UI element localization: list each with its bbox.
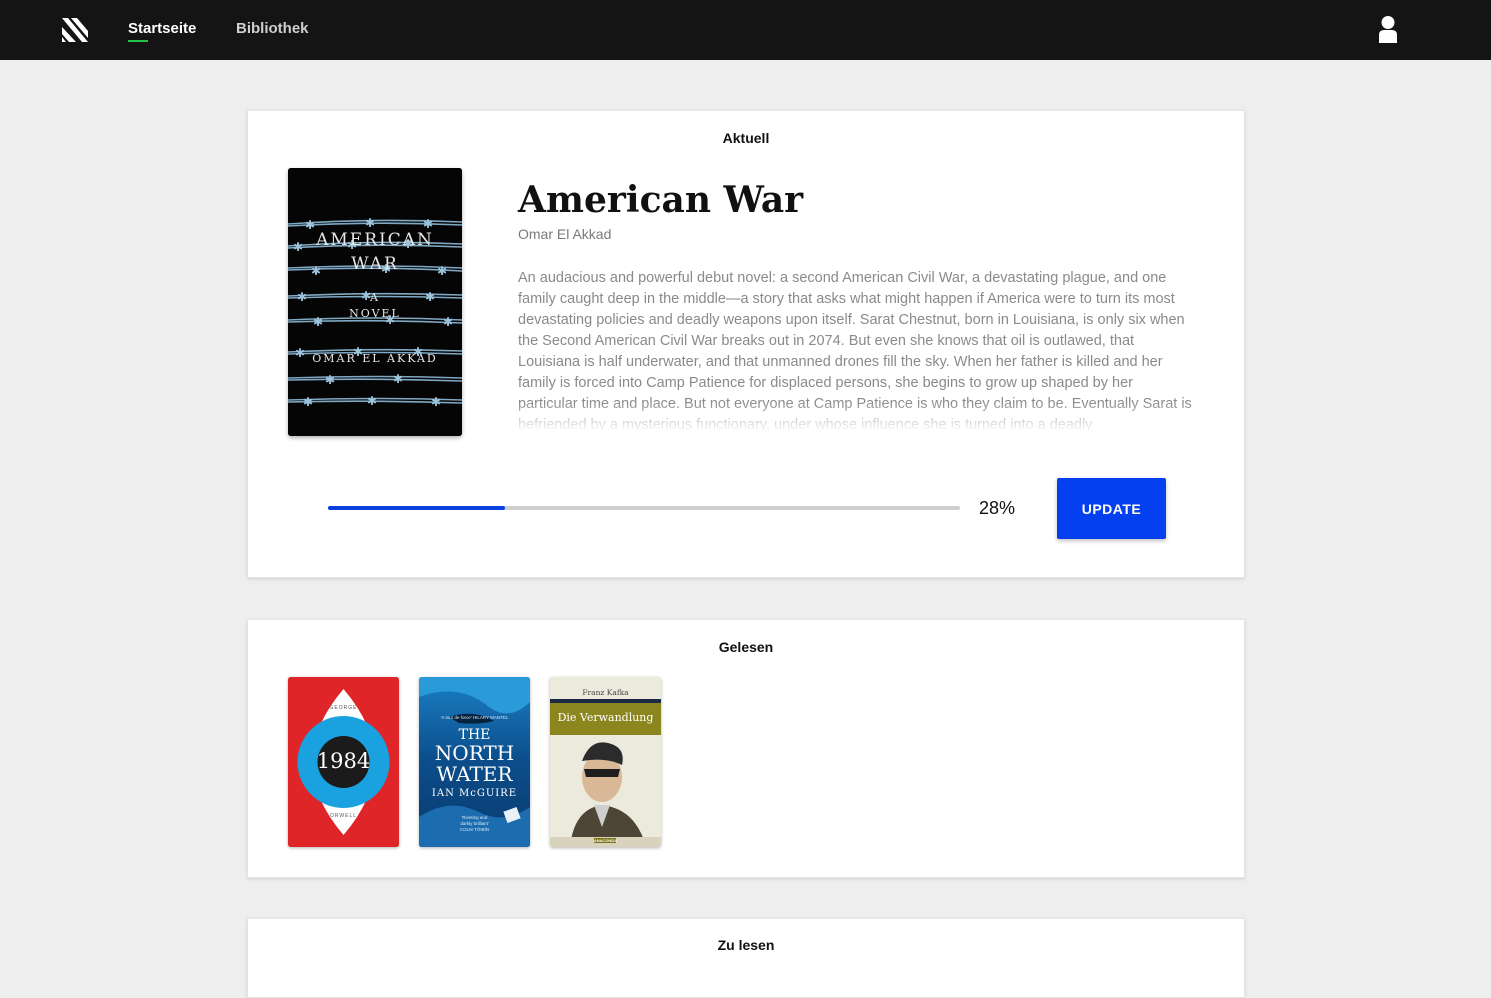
beetle-man-cover-art	[550, 677, 661, 847]
current-book-author: Omar El Akkad	[518, 226, 612, 242]
to-read-card: Zu lesen	[247, 918, 1245, 998]
cover-title-text: AMERICAN WAR	[288, 228, 462, 276]
cover-kafka-title: Die Verwandlung	[557, 711, 654, 724]
read-books-card: Gelesen GEORGE 1984 ORWELL 'A tour de fo…	[247, 619, 1245, 878]
top-navigation-bar: Startseite Bibliothek	[0, 0, 1491, 60]
section-title-read: Gelesen	[718, 639, 774, 655]
cover-nw-title-3: WATER	[436, 762, 513, 786]
description-fade-overlay	[518, 402, 1193, 432]
cover-1984-top: GEORGE	[329, 705, 358, 711]
cover-kafka-publisher: ANACONDA	[593, 838, 618, 843]
cover-nw-blurb: 'Riveting and darkly brilliant' COLM TÓI…	[419, 815, 530, 833]
cover-nw-title: THE NORTH WATER	[419, 727, 530, 785]
nav-startseite-label: Startseite	[128, 20, 197, 37]
cover-1984-title: 1984	[316, 749, 371, 773]
nav-bibliothek-label: Bibliothek	[236, 20, 309, 37]
cover-1984-bottom: ORWELL	[329, 813, 358, 819]
nav-bibliothek[interactable]: Bibliothek	[236, 20, 309, 37]
read-book-cover-verwandlung[interactable]: Franz Kafka Die Verwandlung ANACONDA	[550, 677, 661, 847]
cover-line-4: NOVEL	[349, 307, 401, 320]
current-book-description-box: An audacious and powerful debut novel: a…	[518, 268, 1193, 432]
user-profile-icon[interactable]	[1378, 16, 1398, 43]
cover-nw-quote: 'A tour de force' HILARY MANTEL	[440, 715, 509, 720]
reading-progress-percent: 28%	[979, 498, 1016, 518]
svg-text:✱: ✱	[325, 373, 335, 387]
active-nav-indicator	[128, 40, 148, 42]
cover-nw-title-2: NORTH	[434, 741, 515, 765]
reading-progress-bar[interactable]	[328, 506, 960, 510]
cover-line-1: AMERICAN	[316, 230, 434, 250]
cover-line-2: WAR	[351, 254, 399, 274]
svg-text:✱: ✱	[303, 395, 313, 409]
cover-author-text: OMAR EL AKKAD	[312, 352, 438, 365]
cover-nw-author: IAN McGUIRE	[431, 788, 518, 799]
cover-kafka-author: Franz Kafka	[582, 688, 629, 697]
cover-line-3: A	[370, 291, 380, 304]
read-book-cover-1984[interactable]: GEORGE 1984 ORWELL	[288, 677, 399, 847]
reading-progress-fill	[328, 506, 505, 510]
current-book-cover[interactable]: ✱ ✱ ✱ ✱ ✱ ✱ ✱ ✱ ✱ ✱ ✱ ✱ ✱ ✱ ✱ ✱ ✱ ✱ ✱ ✱ ✱ ✱ ✱ AMERICAN …	[288, 168, 462, 436]
svg-text:✱: ✱	[367, 394, 377, 408]
current-reading-card: Aktuell ✱ ✱ ✱ ✱ ✱ ✱ ✱ ✱ ✱ ✱ ✱ ✱ ✱ ✱ ✱ ✱ ✱ ✱ ✱ ✱	[247, 110, 1245, 578]
section-title-current: Aktuell	[722, 130, 770, 146]
cover-subtitle-text: A NOVEL	[288, 290, 462, 322]
nav-startseite[interactable]: Startseite	[128, 20, 197, 42]
svg-text:✱: ✱	[431, 395, 441, 409]
section-title-to-read: Zu lesen	[717, 937, 775, 953]
svg-text:✱: ✱	[393, 372, 403, 386]
cover-nw-blurb-3: COLM TÓIBÍN	[459, 827, 490, 832]
read-book-cover-north-water[interactable]: 'A tour de force' HILARY MANTEL THE NORT…	[419, 677, 530, 847]
update-progress-button[interactable]: UPDATE	[1057, 478, 1166, 539]
app-logo-icon[interactable]	[62, 18, 88, 42]
current-book-title: American War	[518, 179, 804, 221]
